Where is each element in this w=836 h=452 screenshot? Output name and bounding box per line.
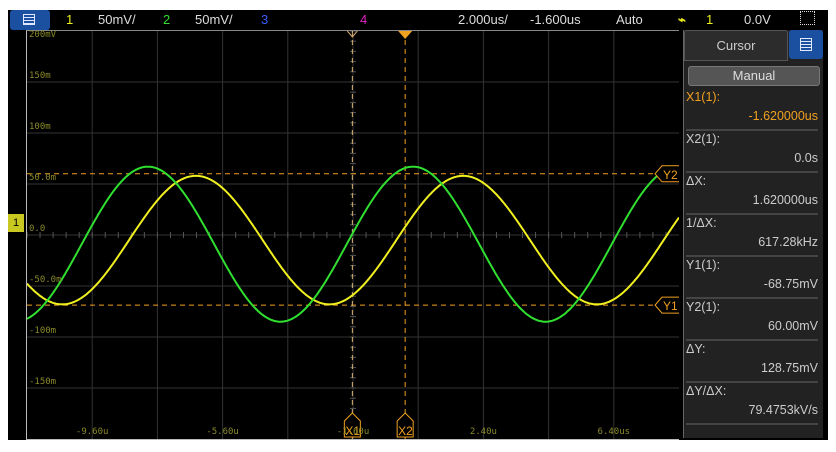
readout-value: -68.75mV <box>763 277 818 291</box>
top-status-bar: 1 50mV/ 2 50mV/ 3 4 2.000us/ -1.600us Au… <box>8 10 828 30</box>
channel-3-label[interactable]: 3 <box>261 12 268 27</box>
readout-label: ΔY: <box>686 342 706 356</box>
x-tick-label: -9.60u <box>75 427 109 437</box>
y-tick-label: 200mV <box>29 30 57 40</box>
channel-2-scale[interactable]: 50mV/ <box>195 12 233 27</box>
tab-cursor[interactable]: Cursor <box>684 30 788 61</box>
timebase-scale[interactable]: 2.000us/ <box>458 12 508 27</box>
readout-value: 60.00mV <box>767 319 818 333</box>
y-tick-label: -100m <box>29 326 57 336</box>
trigger-source[interactable]: 1 <box>706 12 713 27</box>
y-tick-label: 150m <box>29 71 51 81</box>
readout-value: 79.4753kV/s <box>748 403 819 417</box>
channel-1-scale[interactable]: 50mV/ <box>98 12 136 27</box>
cursor-readout-row[interactable]: X2(1): 0.0s <box>686 130 818 173</box>
svg-text:Y1: Y1 <box>663 299 678 313</box>
zoom-select-icon[interactable] <box>800 11 815 25</box>
readout-value: 617.28kHz <box>758 235 818 249</box>
y-tick-label: -150m <box>29 377 57 387</box>
main-menu-button[interactable] <box>10 10 50 30</box>
y-tick-label: -50.0m <box>29 275 62 285</box>
readout-value: 128.75mV <box>761 361 818 375</box>
trigger-mode[interactable]: Auto <box>616 12 643 27</box>
x-tick-label: 2.40u <box>469 427 497 437</box>
x-tick-label: 6.40us <box>597 427 631 437</box>
readout-value: 1.620000us <box>752 193 818 207</box>
time-delay[interactable]: -1.600us <box>530 12 581 27</box>
readout-label: ΔX: <box>686 174 707 188</box>
waveform-graph: X1 X2Y2Y1 <box>27 31 679 439</box>
cursor-mode-button[interactable]: Manual <box>688 66 820 86</box>
channel-1-label[interactable]: 1 <box>66 12 73 27</box>
channel-2-label[interactable]: 2 <box>163 12 170 27</box>
readout-label: X1(1): <box>686 90 721 104</box>
cursor-readout-row[interactable]: X1(1): -1.620000us <box>686 88 818 131</box>
waveform-display[interactable]: X1 X2 Y2 Y1 200mV 150m 100m 50.0m 0.0 -50.0m -100… <box>26 30 679 440</box>
y-tick-label: 100m <box>29 122 51 132</box>
readout-label: X2(1): <box>686 132 721 146</box>
trigger-level[interactable]: 0.0V <box>744 12 771 27</box>
tab-cursor-label: Cursor <box>716 38 756 53</box>
cursor-readout-row[interactable]: ΔY: 128.75mV <box>686 340 818 383</box>
svg-text:X2: X2 <box>398 424 413 438</box>
cursor-readout-row[interactable]: ΔY/ΔX: 79.4753kV/s <box>686 382 818 425</box>
cursor-readout-row[interactable]: ΔX: 1.620000us <box>686 172 818 215</box>
cursor-readout-row[interactable]: Y1(1): -68.75mV <box>686 256 818 299</box>
menu-icon <box>23 14 35 25</box>
cursor-y2-handle[interactable]: Y2 <box>654 165 679 183</box>
cursor-panel: Cursor Manual X1(1): -1.620000us X2(1): 0.0… <box>683 30 823 438</box>
readout-label: 1/ΔX: <box>686 216 717 230</box>
y-tick-label: 0.0 <box>29 224 46 234</box>
channel-4-label[interactable]: 4 <box>360 12 367 27</box>
y-tick-label: 50.0m <box>29 173 57 183</box>
panel-menu-button[interactable] <box>789 30 823 59</box>
cursor-y1-handle[interactable]: Y1 <box>654 296 679 314</box>
cursor-readout-row[interactable]: 1/ΔX: 617.28kHz <box>686 214 818 257</box>
svg-text:Y2: Y2 <box>663 168 678 182</box>
readout-value: -1.620000us <box>748 109 818 123</box>
readout-label: Y1(1): <box>686 258 721 272</box>
trigger-edge-icon[interactable]: ⌁ <box>678 12 686 28</box>
x-tick-label: -1.60u <box>336 427 370 437</box>
readout-label: Y2(1): <box>686 300 721 314</box>
readout-value: 0.0s <box>794 151 818 165</box>
menu-icon <box>800 38 812 51</box>
ground-marker-channel-1[interactable]: 1 <box>8 214 24 232</box>
oscilloscope-screen: 1 50mV/ 2 50mV/ 3 4 2.000us/ -1.600us Au… <box>8 10 828 440</box>
readout-label: ΔY/ΔX: <box>686 384 727 398</box>
cursor-x2-handle[interactable]: X2 <box>396 412 414 438</box>
x-tick-label: -5.60u <box>206 427 239 437</box>
trigger-position-marker <box>398 31 413 39</box>
cursor-readout-row[interactable]: Y2(1): 60.00mV <box>686 298 818 341</box>
